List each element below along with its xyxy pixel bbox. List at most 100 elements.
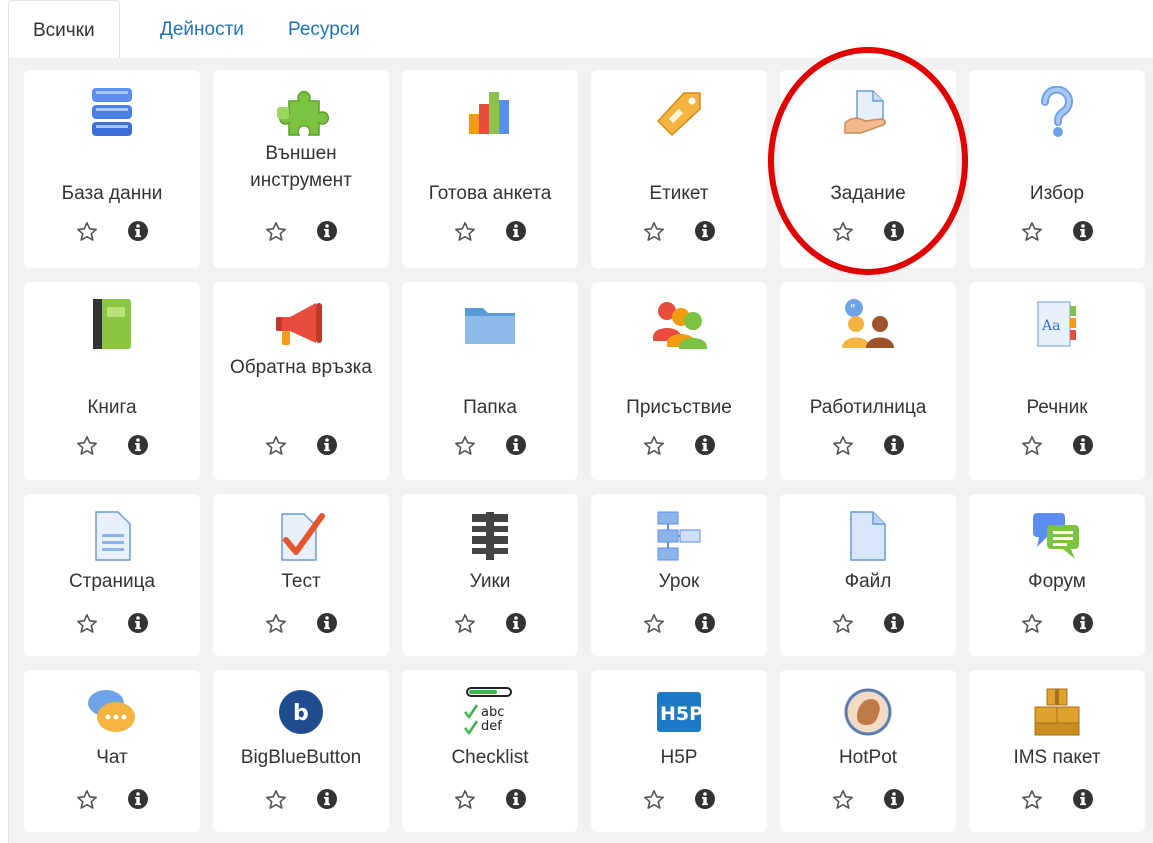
info-icon[interactable]: [694, 220, 716, 249]
module-actions: [24, 612, 200, 641]
info-icon[interactable]: [883, 434, 905, 463]
star-icon[interactable]: [75, 220, 99, 249]
info-icon[interactable]: [127, 220, 149, 249]
module-card[interactable]: Обратна връзка: [213, 282, 389, 480]
module-card[interactable]: Тест: [213, 494, 389, 656]
lesson-icon: [647, 508, 711, 564]
module-name: IMS пакет: [1013, 747, 1101, 768]
info-icon[interactable]: [316, 220, 338, 249]
module-card[interactable]: b BigBlueButton: [213, 670, 389, 832]
star-icon[interactable]: [75, 612, 99, 641]
module-name: Урок: [658, 571, 700, 592]
quiz-icon: [269, 508, 333, 564]
info-icon[interactable]: [316, 434, 338, 463]
star-icon[interactable]: [642, 612, 666, 641]
info-icon[interactable]: [1072, 788, 1094, 817]
h5p-icon: H5P: [647, 684, 711, 740]
star-icon[interactable]: [264, 612, 288, 641]
star-icon[interactable]: [453, 788, 477, 817]
module-actions: [24, 220, 200, 249]
module-card[interactable]: H5P H5P: [591, 670, 767, 832]
glossary-icon: Aa: [1025, 296, 1089, 352]
module-card[interactable]: HotPot: [780, 670, 956, 832]
file-icon: [836, 508, 900, 564]
star-icon[interactable]: [1020, 434, 1044, 463]
tag-icon: [647, 84, 711, 140]
hotpot-icon: [836, 684, 900, 740]
star-icon[interactable]: [264, 434, 288, 463]
star-icon[interactable]: [453, 220, 477, 249]
star-icon[interactable]: [1020, 220, 1044, 249]
star-icon[interactable]: [831, 434, 855, 463]
star-icon[interactable]: [75, 434, 99, 463]
module-card[interactable]: Уики: [402, 494, 578, 656]
module-name: Файл: [844, 571, 892, 592]
module-name: Checklist: [451, 747, 529, 768]
star-icon[interactable]: [642, 434, 666, 463]
star-icon[interactable]: [642, 220, 666, 249]
tab-resources[interactable]: Ресурси: [264, 0, 384, 58]
module-actions: [591, 220, 767, 249]
module-name: HotPot: [838, 747, 898, 768]
info-icon[interactable]: [127, 788, 149, 817]
tab-all[interactable]: Всички: [8, 0, 120, 59]
info-icon[interactable]: [505, 788, 527, 817]
module-card[interactable]: Етикет: [591, 70, 767, 268]
info-icon[interactable]: [694, 612, 716, 641]
module-name: Папка: [463, 397, 517, 418]
module-name: Обратна връзка: [230, 357, 372, 378]
module-card[interactable]: IMS пакет: [969, 670, 1145, 832]
folder-icon: [458, 296, 522, 352]
star-icon[interactable]: [264, 788, 288, 817]
info-icon[interactable]: [505, 220, 527, 249]
module-card[interactable]: Избор: [969, 70, 1145, 268]
star-icon[interactable]: [642, 788, 666, 817]
info-icon[interactable]: [316, 612, 338, 641]
module-name: Избор: [1029, 183, 1085, 204]
module-card[interactable]: " Работилница: [780, 282, 956, 480]
module-actions: [780, 434, 956, 463]
module-card[interactable]: Форум: [969, 494, 1145, 656]
module-card[interactable]: Присъствие: [591, 282, 767, 480]
module-card[interactable]: Страница: [24, 494, 200, 656]
star-icon[interactable]: [453, 434, 477, 463]
info-icon[interactable]: [694, 788, 716, 817]
module-card[interactable]: Книга: [24, 282, 200, 480]
module-card[interactable]: База данни: [24, 70, 200, 268]
module-card[interactable]: Външен инструмент: [213, 70, 389, 268]
info-icon[interactable]: [505, 612, 527, 641]
info-icon[interactable]: [127, 434, 149, 463]
star-icon[interactable]: [75, 788, 99, 817]
info-icon[interactable]: [883, 788, 905, 817]
workshop-icon: ": [836, 296, 900, 352]
module-name: Речник: [1026, 397, 1088, 418]
module-card[interactable]: Aa Речник: [969, 282, 1145, 480]
module-card[interactable]: Чат: [24, 670, 200, 832]
star-icon[interactable]: [831, 612, 855, 641]
star-icon[interactable]: [831, 788, 855, 817]
forum-icon: [1025, 508, 1089, 564]
info-icon[interactable]: [883, 612, 905, 641]
info-icon[interactable]: [316, 788, 338, 817]
info-icon[interactable]: [505, 434, 527, 463]
module-card[interactable]: abc def Checklist: [402, 670, 578, 832]
star-icon[interactable]: [1020, 788, 1044, 817]
svg-text:def: def: [481, 719, 502, 734]
module-card[interactable]: Файл: [780, 494, 956, 656]
module-name: Книга: [87, 397, 137, 418]
star-icon[interactable]: [1020, 612, 1044, 641]
module-card[interactable]: Папка: [402, 282, 578, 480]
info-icon[interactable]: [694, 434, 716, 463]
module-actions: [780, 788, 956, 817]
info-icon[interactable]: [1072, 220, 1094, 249]
tab-activities[interactable]: Дейности: [136, 0, 268, 58]
module-card[interactable]: Готова анкета: [402, 70, 578, 268]
info-icon[interactable]: [127, 612, 149, 641]
star-icon[interactable]: [264, 220, 288, 249]
star-icon[interactable]: [453, 612, 477, 641]
info-icon[interactable]: [1072, 434, 1094, 463]
module-card[interactable]: Урок: [591, 494, 767, 656]
wiki-icon: [458, 508, 522, 564]
module-actions: [24, 434, 200, 463]
info-icon[interactable]: [1072, 612, 1094, 641]
